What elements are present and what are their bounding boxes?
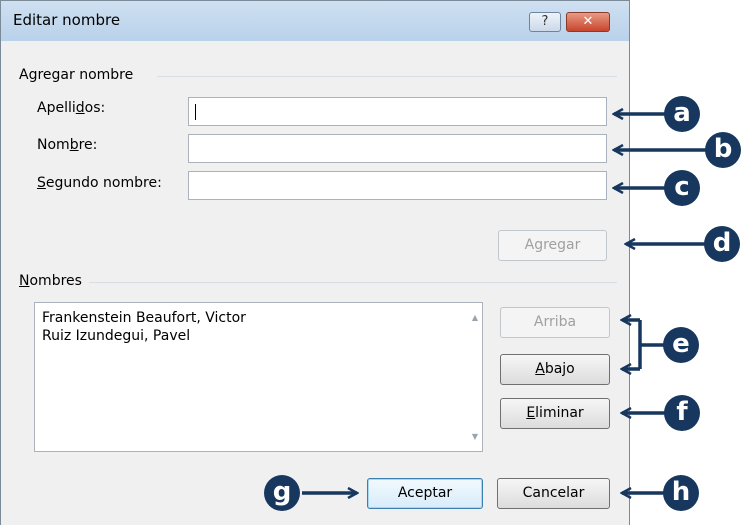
callout-arrows [302,0,710,525]
callout-d: d [704,226,740,262]
callout-g: g [264,475,300,511]
callout-h: h [663,475,699,511]
callout-c: c [664,170,700,206]
callout-e: e [663,327,699,363]
callout-b: b [705,132,741,168]
callout-a: a [664,96,700,132]
callout-f: f [664,395,700,431]
